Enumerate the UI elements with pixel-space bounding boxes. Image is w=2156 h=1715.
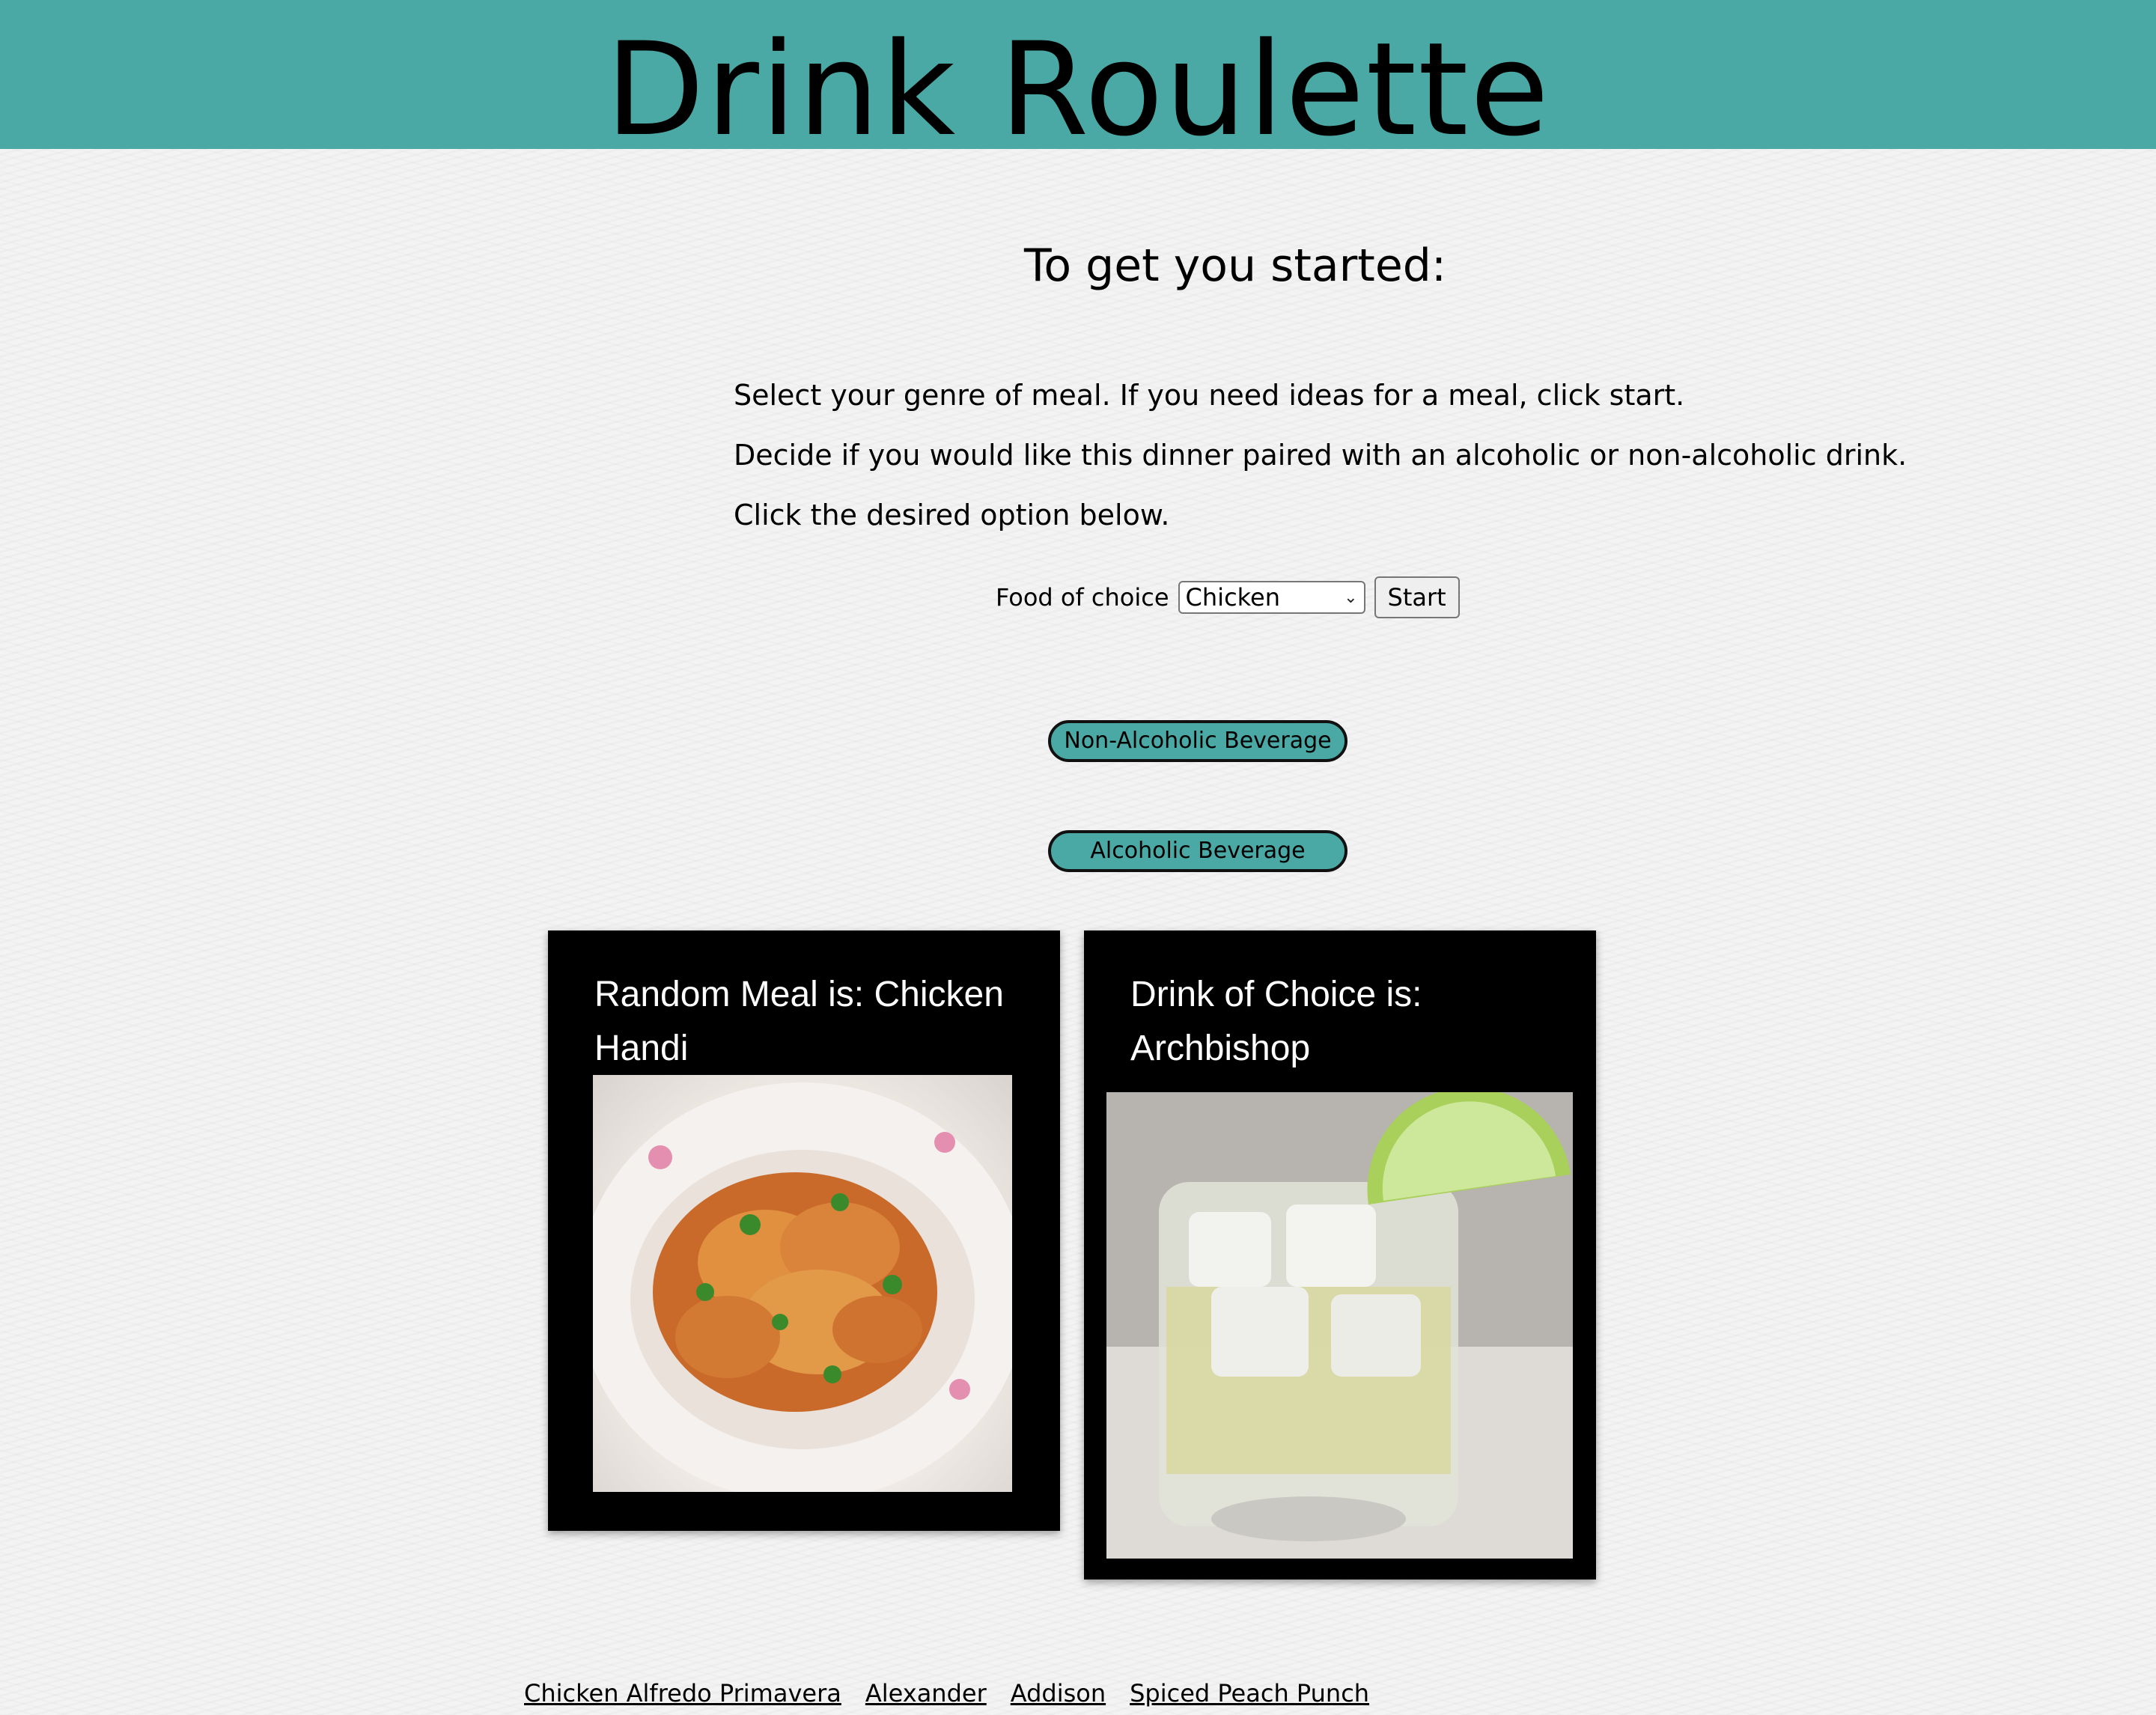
footer-links: Chicken Alfredo Primavera Alexander Addi…	[524, 1677, 1369, 1710]
meal-photo-art	[593, 1082, 1012, 1492]
meal-card-title: Random Meal is: Chicken Handi	[594, 975, 1004, 1068]
footer-link[interactable]: Addison	[1011, 1677, 1106, 1710]
drink-card-title: Drink of Choice is: Archbishop	[1130, 975, 1422, 1068]
instruction-line: Decide if you would like this dinner pai…	[734, 439, 1907, 472]
footer-link[interactable]: Chicken Alfredo Primavera	[524, 1677, 841, 1710]
site-title: Drink Roulette	[605, 14, 1551, 150]
chevron-down-icon: ⌄	[1344, 588, 1358, 607]
food-choice-label: Food of choice	[996, 583, 1169, 612]
meal-photo	[593, 1075, 1012, 1492]
instruction-line: Select your genre of meal. If you need i…	[734, 379, 1685, 412]
instruction-line: Click the desired option below.	[734, 499, 1170, 531]
alcoholic-button[interactable]: Alcoholic Beverage	[1048, 830, 1348, 872]
drink-photo	[1106, 1092, 1573, 1559]
footer-link[interactable]: Spiced Peach Punch	[1130, 1677, 1369, 1710]
food-choice-form: Food of choice Chicken ⌄ Start	[996, 576, 1460, 618]
drink-card: Drink of Choice is: Archbishop	[1084, 930, 1596, 1580]
food-choice-value: Chicken	[1185, 583, 1281, 612]
food-choice-select[interactable]: Chicken ⌄	[1178, 581, 1365, 614]
footer-link[interactable]: Alexander	[865, 1677, 987, 1710]
meal-card: Random Meal is: Chicken Handi	[548, 930, 1060, 1531]
non-alcoholic-button[interactable]: Non-Alcoholic Beverage	[1048, 720, 1348, 762]
intro-heading: To get you started:	[1023, 240, 1447, 292]
site-header: Drink Roulette	[0, 0, 2156, 149]
start-button[interactable]: Start	[1374, 576, 1460, 618]
drink-photo-art	[1106, 1092, 1573, 1559]
